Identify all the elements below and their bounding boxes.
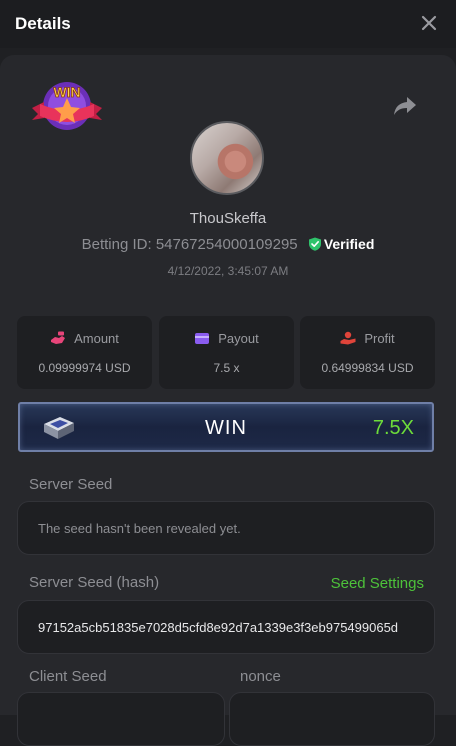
page-title: Details (15, 14, 71, 33)
betting-id-row: Betting ID: 54767254000109295 Verified (0, 236, 456, 253)
username: ThouSkeffa (189, 210, 267, 227)
seed-settings-link[interactable]: Seed Settings (331, 575, 424, 592)
server-seed-label: Server Seed (29, 476, 113, 493)
client-seed-field[interactable] (17, 692, 225, 746)
share-icon[interactable] (392, 94, 418, 118)
amount-card: Amount 0.09999974 USD (17, 316, 152, 389)
payout-label: Payout (218, 331, 259, 346)
svg-text:WIN: WIN (53, 84, 80, 100)
client-seed-label: Client Seed (29, 668, 107, 685)
payout-value: 7.5 x (213, 361, 240, 375)
profit-hand-icon (340, 331, 356, 345)
wallet-icon (195, 333, 210, 344)
server-seed-field[interactable]: The seed hasn't been revealed yet. (17, 501, 435, 555)
profit-card: Profit 0.64999834 USD (300, 316, 435, 389)
close-icon[interactable] (418, 12, 440, 34)
bet-timestamp: 4/12/2022, 3:45:07 AM (167, 264, 289, 278)
betting-id-value: 54767254000109295 (155, 236, 298, 253)
amount-value: 0.09999974 USD (38, 361, 131, 375)
details-header: Details (0, 0, 456, 48)
payout-card: Payout 7.5 x (159, 316, 294, 389)
server-seed-hash-value: 97152a5cb51835e7028d5cfd8e92d7a1339e3f3e… (38, 620, 399, 635)
betting-id-label: Betting ID: (81, 236, 152, 253)
result-banner: WIN 7.5X (18, 402, 434, 452)
win-badge-icon: WIN (32, 82, 102, 130)
server-seed-hash-field[interactable]: 97152a5cb51835e7028d5cfd8e92d7a1339e3f3e… (17, 600, 435, 654)
verified-shield-icon (308, 237, 321, 251)
money-icon (51, 331, 66, 344)
nonce-field[interactable] (229, 692, 435, 746)
result-multiplier: 7.5X (372, 417, 414, 439)
result-label: WIN (205, 417, 247, 439)
avatar (190, 121, 264, 195)
nonce-label: nonce (240, 668, 281, 685)
profit-label: Profit (364, 331, 395, 346)
amount-label: Amount (74, 331, 119, 346)
profit-value: 0.64999834 USD (321, 361, 414, 375)
verified-label: Verified (323, 236, 375, 252)
server-seed-hash-label: Server Seed (hash) (29, 574, 160, 591)
server-seed-value: The seed hasn't been revealed yet. (38, 521, 241, 536)
